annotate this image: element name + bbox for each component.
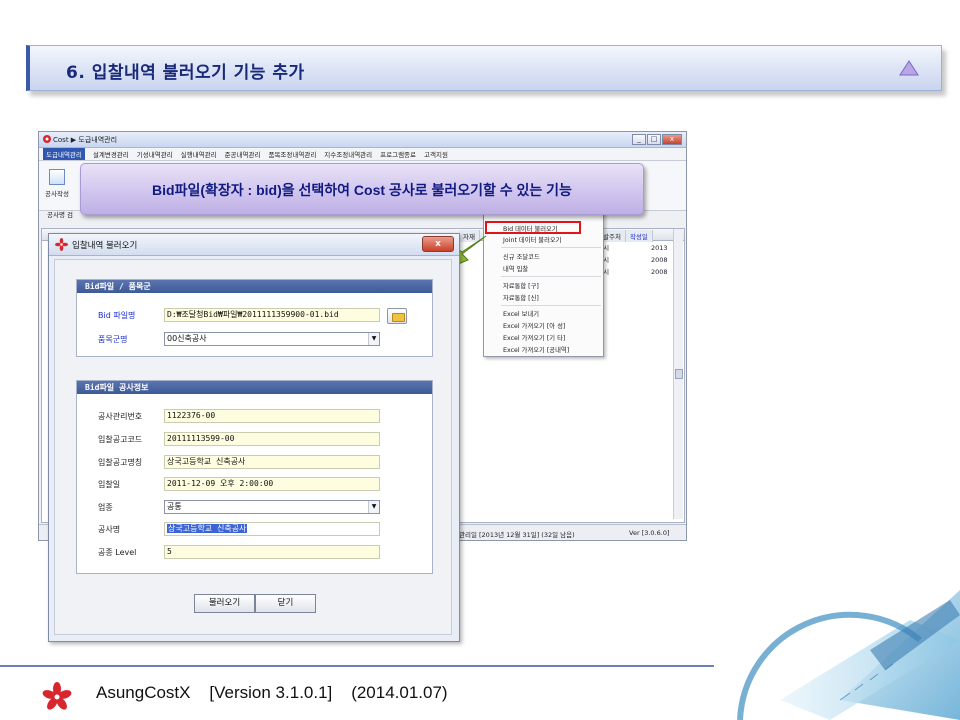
title-bar: 6. 입찰내역 불러오기 기능 추가 <box>26 45 942 91</box>
footer-version: [Version 3.1.0.1] <box>209 683 333 702</box>
status-version: Ver [3.0.6.0] <box>629 529 670 537</box>
menu-item-support[interactable]: 고객지원 <box>424 149 448 159</box>
menu-item-bid-entry[interactable]: 내역 입찰 <box>503 264 528 273</box>
maximize-button[interactable]: □ <box>647 134 661 145</box>
folder-open-icon[interactable] <box>387 308 407 324</box>
drafting-tools-illustration <box>737 590 960 720</box>
footer-divider <box>0 665 714 667</box>
menu-separator <box>501 247 601 248</box>
bid-file-label: Bid 파일명 <box>98 311 136 320</box>
footer-text: AsungCostX [Version 3.1.0.1] (2014.01.07… <box>96 683 448 703</box>
menu-item-joint-import[interactable]: Joint 데이터 불러오기 <box>503 235 561 244</box>
table-cell: 2013 <box>651 244 668 252</box>
slide: 6. 입찰내역 불러오기 기능 추가 Cost ▶ 도급내역관리 _ □ x 도… <box>0 0 960 720</box>
footer-date: (2014.01.07) <box>351 683 448 702</box>
table-cell: 2008 <box>651 256 668 264</box>
menu-item-new-code[interactable]: 신규 조달코드 <box>503 252 540 261</box>
chevron-down-icon[interactable]: ▼ <box>368 501 379 513</box>
notice-name-field[interactable]: 상국고등학교 신축공사 <box>164 455 380 469</box>
industry-value: 공통 <box>167 502 182 511</box>
context-menu: Bid 데이터 불러오기 Joint 데이터 불러오기 신규 조달코드 내역 입… <box>483 211 604 357</box>
grid-col-date: 2013 2008 2008 <box>651 242 668 278</box>
menu-item-progress[interactable]: 기성내역관리 <box>137 149 173 159</box>
window-controls: _ □ x <box>632 134 682 145</box>
group-header: Bid파일 공사정보 <box>77 381 432 394</box>
dialog-close-button[interactable]: x <box>422 236 454 252</box>
app-menu-bar: 도급내역관리 설계변경관리 기성내역관리 실행내역관리 준공내역관리 품목조정내… <box>39 148 686 161</box>
table-cell: 2008 <box>651 268 668 276</box>
footer-product: AsungCostX <box>96 683 191 702</box>
close-button[interactable]: 닫기 <box>255 594 316 613</box>
new-project-icon[interactable] <box>49 169 65 185</box>
menu-item-completion[interactable]: 준공내역관리 <box>225 149 261 159</box>
menu-item-excel-import-other[interactable]: Excel 가져오기 [기 타] <box>503 333 565 342</box>
category-select[interactable]: 00신축공사 ▼ <box>164 332 380 346</box>
menu-item-excel-export[interactable]: Excel 보내기 <box>503 309 539 318</box>
menu-item-merge-new[interactable]: 자료통합 [신] <box>503 293 539 302</box>
category-value: 00신축공사 <box>167 334 207 343</box>
field-label: 입찰공고코드 <box>98 435 143 444</box>
grid-right-headers-2: 발주처 작성일 <box>599 230 653 242</box>
load-button[interactable]: 불러오기 <box>194 594 255 613</box>
menu-separator <box>501 305 601 306</box>
project-search-label: 공사명 검 <box>47 211 73 219</box>
chevron-down-icon[interactable]: ▼ <box>368 333 379 345</box>
field-label: 업종 <box>98 503 113 512</box>
new-project-label: 공사작성 <box>45 190 69 198</box>
company-logo-icon <box>42 682 72 710</box>
minimize-button[interactable]: _ <box>632 134 646 145</box>
menu-item-bid-import[interactable]: Bid 데이터 불러오기 <box>503 224 558 233</box>
dialog-title: 입찰내역 불러오기 <box>72 241 138 251</box>
scrollbar-thumb[interactable] <box>675 369 683 379</box>
field-label: 공사관리번호 <box>98 412 143 421</box>
menu-item-excel-import-asung[interactable]: Excel 가져오기 [아 성] <box>503 321 565 330</box>
triangle-up-icon[interactable] <box>899 60 919 76</box>
app-title: Cost ▶ 도급내역관리 <box>53 136 118 144</box>
grid-header-date[interactable]: 작성일 <box>625 230 653 242</box>
selected-text: 상국고등학교 신축공사 <box>167 524 248 533</box>
field-label: 입찰공고명칭 <box>98 458 143 467</box>
app-logo-icon <box>55 238 68 251</box>
slide-title: 6. 입찰내역 불러오기 기능 추가 <box>66 63 305 83</box>
close-window-button[interactable]: x <box>662 134 682 145</box>
status-license: 관리일 [2013년 12월 31일] (32일 남음) <box>459 531 575 539</box>
bid-date-field[interactable]: 2011-12-09 오후 2:00:00 <box>164 477 380 491</box>
project-name-field[interactable]: 상국고등학교 신축공사 <box>164 522 380 536</box>
callout-text: Bid파일(확장자 : bid)을 선택하여 Cost 공사로 불러오기할 수 … <box>152 182 572 198</box>
field-label: 입찰일 <box>98 480 121 489</box>
work-level-field[interactable]: 5 <box>164 545 380 559</box>
menu-item-exit[interactable]: 프로그램종료 <box>380 149 416 159</box>
field-label: 공사명 <box>98 525 121 534</box>
group-header: Bid파일 / 품목군 <box>77 280 432 293</box>
category-label: 품목군명 <box>98 335 128 344</box>
menu-item-merge-old[interactable]: 자료통합 [구] <box>503 281 539 290</box>
menu-item-contract[interactable]: 도급내역관리 <box>43 148 85 160</box>
callout-box: Bid파일(확장자 : bid)을 선택하여 Cost 공사로 불러오기할 수 … <box>80 163 644 215</box>
project-number-field[interactable]: 1122376-00 <box>164 409 380 423</box>
industry-select[interactable]: 공통 ▼ <box>164 500 380 514</box>
menu-item-execution[interactable]: 실행내역관리 <box>181 149 217 159</box>
menu-separator <box>501 276 601 277</box>
grid-scrollbar[interactable] <box>673 229 683 519</box>
menu-item-excel-import-blank[interactable]: Excel 가져오기 [공내역] <box>503 345 569 354</box>
app-titlebar: Cost ▶ 도급내역관리 _ □ x <box>39 132 686 148</box>
bid-file-field[interactable]: D:₩조달청Bid₩파일₩2011111359900-01.bid <box>164 308 380 322</box>
menu-item-design-change[interactable]: 설계변경관리 <box>93 149 129 159</box>
field-label: 공종 Level <box>98 548 137 557</box>
app-logo-icon <box>43 135 51 143</box>
notice-code-field[interactable]: 20111113599-00 <box>164 432 380 446</box>
dialog-titlebar: 입찰내역 불러오기 x <box>49 234 459 256</box>
menu-item-item-adjust[interactable]: 품목조정내역관리 <box>268 149 316 159</box>
menu-item-index-adjust[interactable]: 지수조정내역관리 <box>324 149 372 159</box>
